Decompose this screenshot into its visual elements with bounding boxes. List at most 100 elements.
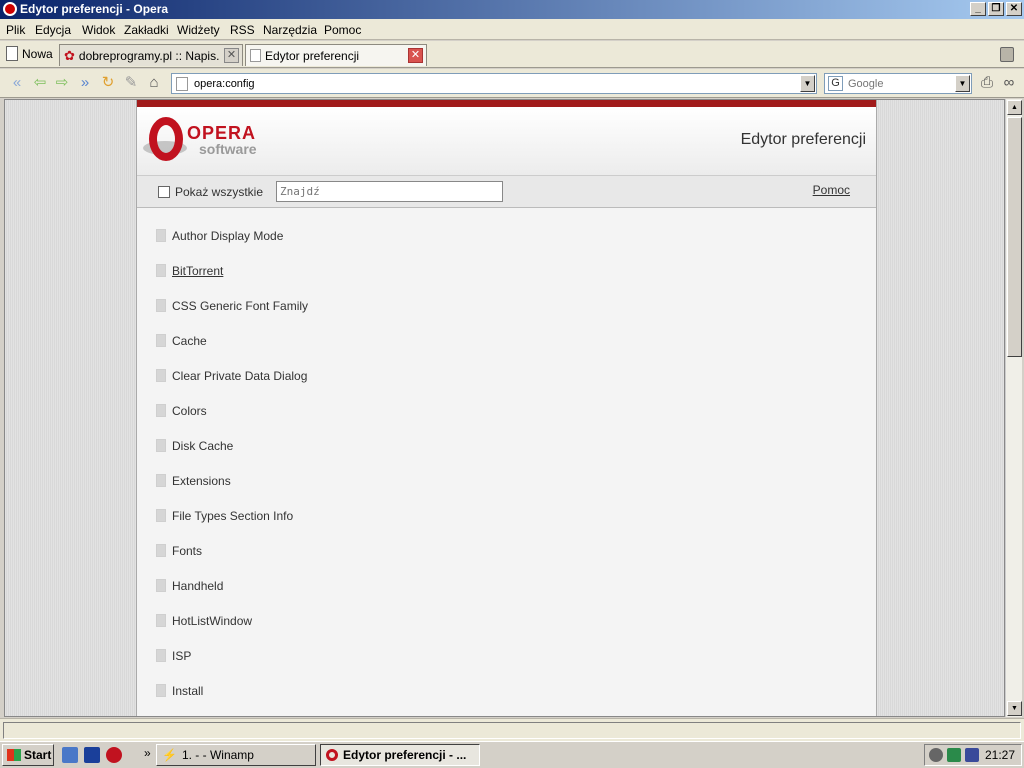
window-controls: _ ❐ ✕ [970,2,1022,16]
tray-shield-icon[interactable] [965,748,979,762]
address-bar[interactable]: ▼ [171,73,817,94]
back-icon[interactable]: ⇦ [31,74,49,92]
rewind-icon[interactable]: « [8,74,26,92]
section-name[interactable]: Cache [172,334,207,348]
section-clear-private-data-dialog[interactable]: Clear Private Data Dialog [137,348,876,383]
section-name[interactable]: Fonts [172,544,202,558]
taskbar-button-label: 1. - - Winamp [181,748,254,762]
section-isp[interactable]: ISP [137,628,876,663]
scroll-down-icon[interactable]: ▼ [1007,701,1022,716]
section-extensions[interactable]: Extensions [137,453,876,488]
search-dropdown-icon[interactable]: ▼ [955,75,970,92]
section-colors[interactable]: Colors [137,383,876,418]
menu-rss[interactable]: RSS [230,23,255,37]
section-fonts[interactable]: Fonts [137,523,876,558]
section-file-types-section-info[interactable]: File Types Section Info [137,488,876,523]
section-bittorrent[interactable]: BitTorrent [137,243,876,278]
section-name[interactable]: BitTorrent [172,264,223,278]
find-input[interactable] [276,181,503,202]
restore-button[interactable]: ❐ [988,2,1004,16]
section-name[interactable]: Disk Cache [172,439,233,453]
taskbar-button-label: Edytor preferencji - ... [343,748,467,762]
google-icon[interactable]: G [828,76,843,91]
menu-edycja[interactable]: Edycja [35,23,71,37]
search-input[interactable] [848,77,953,91]
reload-icon[interactable]: ↻ [99,74,117,92]
scroll-thumb[interactable] [1007,117,1022,357]
tab-dobreprogramy[interactable]: ✿ dobreprogramy.pl :: Napis... ✕ [59,44,243,66]
section-author-display-mode[interactable]: Author Display Mode [137,208,876,243]
menu-pomoc[interactable]: Pomoc [324,23,361,37]
print-icon[interactable]: ⎙ [978,74,996,92]
expand-marker-icon [156,334,166,347]
tray-network-icon[interactable] [929,748,943,762]
search-box[interactable]: G ▼ [824,73,972,94]
address-dropdown-icon[interactable]: ▼ [800,75,815,92]
close-tab-icon[interactable]: ✕ [408,48,423,63]
expand-marker-icon [156,299,166,312]
start-label: Start [24,748,52,762]
section-cache[interactable]: Cache [137,313,876,348]
section-name[interactable]: Colors [172,404,207,418]
menu-widok[interactable]: Widok [82,23,115,37]
menu-zakladki[interactable]: Zakładki [124,23,169,37]
menu-narzedzia[interactable]: Narzędzia [263,23,317,37]
fast-forward-icon[interactable]: » [76,74,94,92]
section-name[interactable]: HotListWindow [172,614,252,628]
trash-icon[interactable] [1000,47,1014,62]
section-name[interactable]: ISP [172,649,191,663]
section-name[interactable]: Author Display Mode [172,229,283,243]
quicklaunch-chevron-icon[interactable]: » [144,746,151,760]
section-handheld[interactable]: Handheld [137,558,876,593]
section-name[interactable]: File Types Section Info [172,509,293,523]
header-accent-bar [137,100,876,107]
address-input[interactable] [194,76,794,91]
opera-quicklaunch-icon[interactable] [106,747,122,763]
preference-sections-list: Author Display Mode BitTorrent CSS Gener… [137,208,876,698]
status-bar [0,718,1024,741]
new-tab-button[interactable]: Nowa [6,46,53,61]
section-hotlistwindow[interactable]: HotListWindow [137,593,876,628]
taskbar-winamp-button[interactable]: ⚡ 1. - - Winamp [156,744,316,766]
section-name[interactable]: Install [172,684,203,698]
status-field [3,722,1021,739]
window-title: Edytor preferencji - Opera [20,2,169,16]
start-button[interactable]: Start [2,744,54,766]
show-all-label[interactable]: Pokaż wszystkie [175,185,263,199]
edit-icon[interactable]: ✎ [122,74,140,92]
expand-marker-icon [156,614,166,627]
section-name[interactable]: CSS Generic Font Family [172,299,308,313]
section-name[interactable]: Handheld [172,579,223,593]
forward-icon[interactable]: ⇨ [53,74,71,92]
close-window-button[interactable]: ✕ [1006,2,1022,16]
page-icon [176,77,188,91]
expand-marker-icon [156,474,166,487]
tab-label: dobreprogramy.pl :: Napis... [78,48,219,63]
tab-edytor-preferencji[interactable]: Edytor preferencji ✕ [245,44,427,66]
home-icon[interactable]: ⌂ [145,74,163,92]
section-css-generic-font-family[interactable]: CSS Generic Font Family [137,278,876,313]
scroll-up-icon[interactable]: ▲ [1007,100,1022,115]
new-page-icon [6,46,18,61]
reading-glasses-icon[interactable]: ∞ [1000,74,1018,92]
minimize-button[interactable]: _ [970,2,986,16]
vertical-scrollbar[interactable]: ▲ ▼ [1005,99,1022,717]
page-header: OPERA software Edytor preferencji [137,107,876,176]
section-disk-cache[interactable]: Disk Cache [137,418,876,453]
menu-plik[interactable]: Plik [6,23,25,37]
taskbar-opera-button[interactable]: Edytor preferencji - ... [320,744,480,766]
save-disk-icon[interactable] [84,747,100,763]
window-titlebar: Edytor preferencji - Opera _ ❐ ✕ [0,0,1024,19]
section-install[interactable]: Install [137,663,876,698]
tray-app-icon[interactable] [947,748,961,762]
show-all-checkbox[interactable] [158,186,170,198]
internet-explorer-icon[interactable] [62,747,78,763]
opera-app-icon[interactable] [3,2,17,16]
expand-marker-icon [156,264,166,277]
close-tab-icon[interactable]: ✕ [224,48,239,63]
section-name[interactable]: Clear Private Data Dialog [172,369,307,383]
menu-widzety[interactable]: Widżety [177,23,220,37]
opera-task-icon [326,749,338,761]
section-name[interactable]: Extensions [172,474,231,488]
help-link[interactable]: Pomoc [813,183,850,197]
